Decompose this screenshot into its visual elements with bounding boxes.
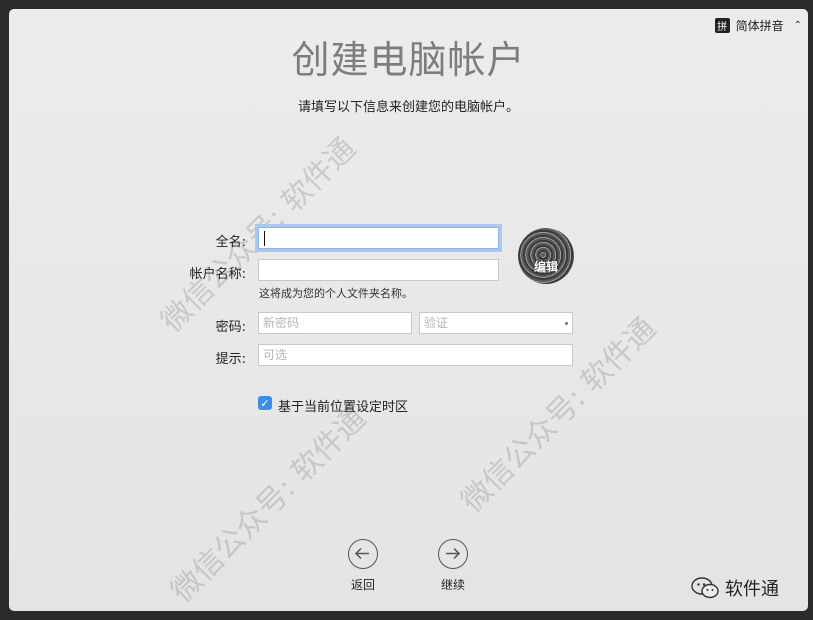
fullname-label: 全名:	[215, 235, 246, 250]
continue-button[interactable]	[438, 539, 468, 569]
page-subtitle: 请填写以下信息来创建您的电脑帐户。	[297, 100, 519, 115]
password-hint-field[interactable]: 可选	[258, 344, 573, 366]
account-name-label: 帐户名称:	[189, 267, 246, 282]
verify-password-field[interactable]: 验证	[419, 312, 573, 334]
timezone-checkbox-label[interactable]: 基于当前位置设定时区	[278, 396, 408, 415]
page-title: 创建电脑帐户	[291, 38, 526, 82]
hint-label: 提示:	[215, 352, 246, 367]
avatar-edit-label[interactable]: 编辑	[518, 258, 574, 275]
fullname-field[interactable]	[258, 227, 499, 249]
back-button[interactable]	[348, 539, 378, 569]
watermark: 微信公众号: 软件通	[454, 311, 664, 520]
arrow-right-icon	[446, 547, 461, 560]
user-avatar[interactable]: 编辑	[518, 228, 574, 284]
timezone-checkbox[interactable]: ✓	[258, 396, 272, 410]
account-name-hint: 这将成为您的个人文件夹名称。	[259, 287, 413, 300]
new-password-field[interactable]: 新密码	[258, 312, 412, 334]
setup-window: 微信公众号: 软件通 微信公众号: 软件通 微信公众号: 软件通 拼 简体拼音 …	[9, 9, 808, 611]
continue-label[interactable]: 继续	[423, 576, 483, 593]
password-label: 密码:	[215, 320, 246, 335]
arrow-left-icon	[354, 547, 369, 560]
text-caret	[264, 231, 265, 246]
wechat-icon	[691, 577, 719, 599]
password-dot-icon	[565, 322, 568, 325]
account-name-field[interactable]	[258, 259, 499, 281]
back-label[interactable]: 返回	[333, 576, 393, 593]
verify-placeholder: 验证	[424, 316, 449, 330]
wechat-badge-text: 软件通	[725, 579, 779, 600]
checkmark-icon: ✓	[260, 396, 270, 410]
wechat-badge: 软件通	[691, 575, 779, 601]
